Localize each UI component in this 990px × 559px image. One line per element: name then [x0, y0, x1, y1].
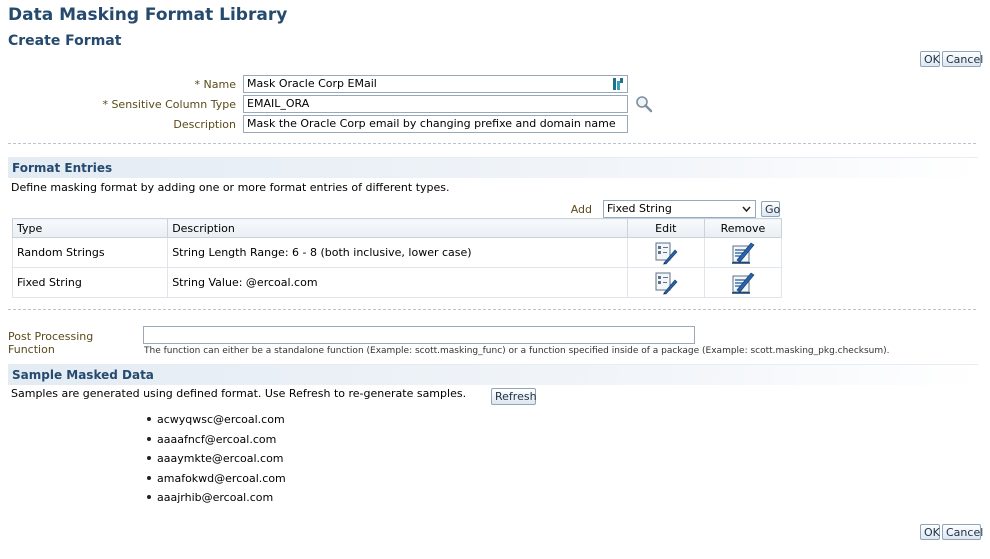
row-type: Fixed String [11, 267, 169, 298]
row-description: String Value: @ercoal.com [167, 267, 628, 298]
list-item: aaaymkte@ercoal.com [145, 452, 286, 472]
add-format-select[interactable]: Fixed String [603, 200, 756, 218]
go-button[interactable]: Go [761, 201, 780, 217]
post-processing-label: Post Processing Function [8, 330, 94, 356]
list-item: acwyqwsc@ercoal.com [145, 413, 286, 433]
ok-button-top[interactable]: OK [920, 51, 940, 67]
search-icon[interactable] [635, 95, 653, 113]
table-row: Random Strings String Length Range: 6 - … [11, 237, 783, 268]
format-entries-table: Type Description Edit Remove Random Stri… [11, 218, 783, 298]
add-label: Add [570, 203, 592, 216]
list-item: amafokwd@ercoal.com [145, 472, 286, 492]
name-label: * Name [194, 78, 236, 91]
remove-pencil-icon[interactable] [731, 241, 755, 265]
page-subtitle: Create Format [8, 33, 122, 49]
ok-button-bottom[interactable]: OK [920, 524, 940, 540]
list-item: aaaafncf@ercoal.com [145, 433, 286, 453]
edit-pencil-icon[interactable] [654, 241, 678, 265]
format-entries-title: Format Entries [12, 161, 113, 175]
edit-cell[interactable] [626, 267, 705, 298]
format-entries-header: Format Entries [8, 157, 978, 178]
sample-instructions: Samples are generated using defined form… [11, 387, 467, 400]
post-processing-hint: The function can either be a standalone … [144, 346, 890, 356]
sample-masked-data-title: Sample Masked Data [12, 368, 154, 382]
remove-cell[interactable] [703, 267, 783, 298]
sensitive-column-type-label: * Sensitive Column Type [102, 98, 236, 111]
row-description: String Length Range: 6 - 8 (both inclusi… [167, 237, 628, 268]
list-item: aaajrhib@ercoal.com [145, 491, 286, 511]
description-field[interactable]: Mask the Oracle Corp email by changing p… [243, 115, 628, 133]
column-header-description[interactable]: Description [167, 218, 628, 238]
divider [8, 309, 976, 310]
page-title: Data Masking Format Library [8, 5, 288, 25]
cancel-button-top[interactable]: Cancel [942, 51, 983, 67]
post-processing-field[interactable] [143, 326, 695, 344]
divider [8, 143, 976, 144]
column-header-remove: Remove [703, 218, 783, 238]
format-entries-instructions: Define masking format by adding one or m… [11, 181, 450, 194]
sensitive-column-type-field[interactable]: EMAIL_ORA [243, 95, 628, 113]
sample-list: acwyqwsc@ercoal.com aaaafncf@ercoal.com … [145, 413, 286, 511]
row-type: Random Strings [11, 237, 169, 268]
name-field[interactable]: Mask Oracle Corp EMail [243, 75, 628, 93]
remove-pencil-icon[interactable] [731, 271, 755, 295]
column-header-type[interactable]: Type [11, 218, 169, 238]
cancel-button-bottom[interactable]: Cancel [942, 524, 983, 540]
edit-cell[interactable] [626, 237, 705, 268]
chevron-down-icon [742, 206, 751, 213]
description-label: Description [173, 118, 236, 131]
sample-masked-data-header: Sample Masked Data [8, 364, 978, 385]
remove-cell[interactable] [703, 237, 783, 268]
table-row: Fixed String String Value: @ercoal.com [11, 267, 783, 298]
translate-icon[interactable] [612, 77, 624, 91]
edit-pencil-icon[interactable] [654, 271, 678, 295]
column-header-edit: Edit [626, 218, 705, 238]
refresh-button[interactable]: Refresh [491, 388, 537, 405]
